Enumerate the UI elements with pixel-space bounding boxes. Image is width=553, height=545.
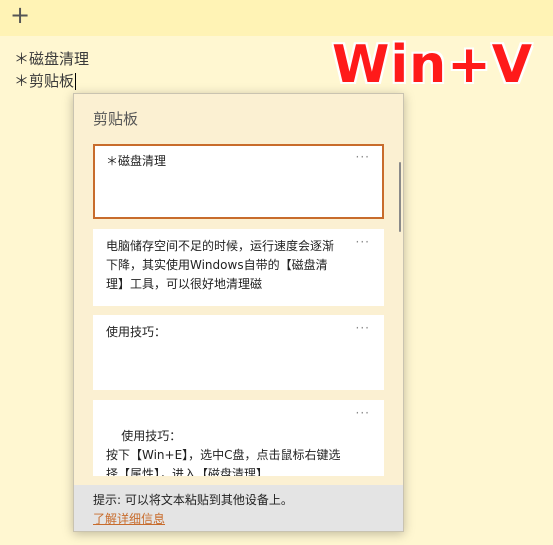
note-content[interactable]: ＊磁盘清理 ＊剪贴板 [14,48,89,92]
clipboard-item[interactable]: 电脑储存空间不足的时候，运行速度会逐渐下降，其实使用Windows自带的【磁盘清… [93,229,384,306]
clipboard-history-panel: 剪贴板 ＊磁盘清理 ··· 电脑储存空间不足的时候，运行速度会逐渐下降，其实使用… [73,93,404,532]
more-options-icon[interactable]: ··· [356,233,370,252]
more-options-icon[interactable]: ··· [356,148,370,167]
add-note-button[interactable]: + [8,3,32,28]
clipboard-footer: 提示: 可以将文本粘贴到其他设备上。 了解详细信息 [74,485,403,531]
note-line: ＊磁盘清理 [14,50,90,68]
text-caret [75,72,77,90]
clipboard-title: 剪贴板 [93,110,139,128]
clipboard-item-text: 电脑储存空间不足的时候，运行速度会逐渐下降，其实使用Windows自带的【磁盘清… [106,239,335,291]
scrollbar-thumb[interactable] [399,162,401,232]
clipboard-item[interactable]: 使用技巧： 按下【Win+E】，选中C盘，点击鼠标右键选择【属性】，进入【磁盘清… [93,400,384,476]
clipboard-item-text: 使用技巧： [106,325,167,339]
learn-more-link[interactable]: 了解详细信息 [93,510,165,527]
clipboard-item-text: 使用技巧： 按下【Win+E】，选中C盘，点击鼠标右键选择【属性】，进入【磁盘清… [106,429,341,476]
clipboard-item[interactable]: ＊磁盘清理 ··· [93,144,384,219]
sync-tip-text: 提示: 可以将文本粘贴到其他设备上。 [93,493,293,507]
more-options-icon[interactable]: ··· [356,319,370,338]
clipboard-item-text: ＊磁盘清理 [106,154,167,168]
note-toolbar: + [0,0,553,36]
more-options-icon[interactable]: ··· [356,404,370,423]
note-line: ＊剪贴板 [14,72,77,90]
clipboard-item[interactable]: 使用技巧： ··· [93,315,384,390]
hotkey-overlay-text: Win+V [330,35,534,96]
